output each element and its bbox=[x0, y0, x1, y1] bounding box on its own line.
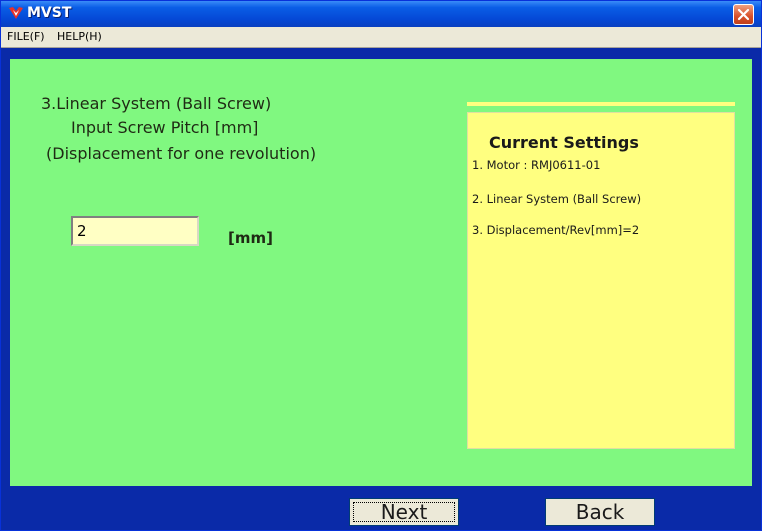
window-title: MVST bbox=[27, 5, 72, 21]
close-icon bbox=[737, 8, 750, 21]
close-button[interactable] bbox=[733, 4, 754, 25]
settings-top-border bbox=[467, 102, 735, 106]
next-button[interactable]: Next bbox=[349, 498, 459, 526]
unit-label: [mm] bbox=[228, 229, 273, 247]
menu-help[interactable]: HELP(H) bbox=[57, 30, 102, 43]
settings-motor: 1. Motor : RMJ0611-01 bbox=[472, 158, 601, 172]
settings-displacement: 3. Displacement/Rev[mm]=2 bbox=[472, 223, 640, 237]
input-instruction: Input Screw Pitch [mm] bbox=[71, 118, 259, 137]
app-window: MVST FILE(F) HELP(H) 3.Linear System (Ba… bbox=[0, 0, 762, 531]
current-settings-panel: Current Settings 1. Motor : RMJ0611-01 2… bbox=[467, 112, 735, 449]
step-heading: 3.Linear System (Ball Screw) bbox=[41, 94, 272, 113]
title-bar[interactable]: MVST bbox=[1, 1, 761, 27]
app-logo-icon bbox=[9, 7, 23, 19]
back-button-label: Back bbox=[575, 499, 625, 524]
settings-linear-system: 2. Linear System (Ball Screw) bbox=[472, 192, 642, 206]
screw-pitch-input[interactable] bbox=[71, 216, 199, 246]
menu-file[interactable]: FILE(F) bbox=[7, 30, 45, 43]
menu-bar: FILE(F) HELP(H) bbox=[1, 27, 761, 48]
focus-indicator bbox=[353, 502, 455, 522]
back-button[interactable]: Back bbox=[545, 498, 655, 526]
input-description: (Displacement for one revolution) bbox=[46, 144, 317, 163]
settings-title: Current Settings bbox=[489, 133, 639, 152]
